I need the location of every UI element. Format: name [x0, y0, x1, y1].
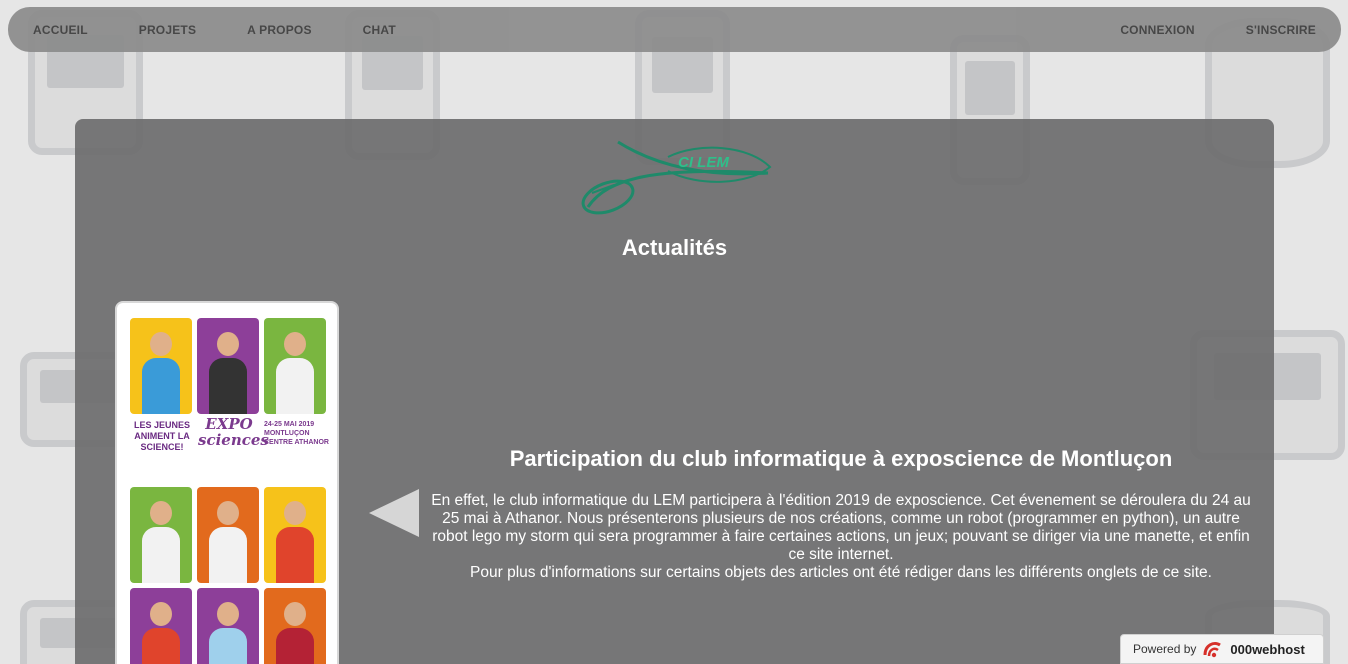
poster-photo-grid-top — [130, 318, 326, 414]
arrow-left-icon[interactable] — [369, 489, 419, 537]
svg-text:CI LEM: CI LEM — [678, 154, 729, 171]
badge-host-name: 000webhost — [1230, 641, 1305, 657]
nav-link-a-propos[interactable]: A PROPOS — [247, 23, 312, 37]
article-title: Participation du club informatique à exp… — [509, 446, 1173, 471]
article-body: En effet, le club informatique du LEM pa… — [427, 492, 1255, 582]
article-note: Pour plus d'informations sur certains ob… — [470, 564, 1212, 581]
article-paragraph: En effet, le club informatique du LEM pa… — [431, 492, 1251, 563]
nav-link-projets[interactable]: PROJETS — [139, 23, 196, 37]
poster-slogan: LES JEUNES ANIMENT LA SCIENCE! — [133, 420, 191, 452]
section-title: Actualités — [621, 235, 728, 260]
nav-link-accueil[interactable]: ACCUEIL — [33, 23, 88, 37]
nav-right-group: CONNEXION S'INSCRIRE — [1069, 23, 1316, 37]
article-poster-image: LES JEUNES ANIMENT LA SCIENCE! EXPO scie… — [115, 301, 339, 664]
poster-brand: EXPO sciences — [198, 415, 269, 449]
nav-left-group: ACCUEIL PROJETS A PROPOS CHAT — [33, 23, 447, 37]
top-navbar: ACCUEIL PROJETS A PROPOS CHAT CONNEXION … — [8, 7, 1341, 52]
badge-powered-label: Powered by — [1133, 642, 1197, 656]
nav-link-chat[interactable]: CHAT — [363, 23, 396, 37]
powered-by-badge[interactable]: Powered by 000webhost — [1120, 634, 1324, 664]
nav-link-connexion[interactable]: CONNEXION — [1120, 23, 1194, 37]
poster-dates: 24-25 MAI 2019 MONTLUÇON CENTRE ATHANOR — [264, 421, 329, 446]
club-logo: CI LEM — [581, 140, 772, 215]
poster-title-band: LES JEUNES ANIMENT LA SCIENCE! EXPO scie… — [130, 415, 329, 476]
poster-photo-grid-bottom — [130, 487, 326, 664]
nav-link-inscrire[interactable]: S'INSCRIRE — [1246, 23, 1316, 37]
webhost-logo-icon — [1203, 641, 1222, 658]
news-panel: CI LEM Actualités LES JEUNES ANIMENT LA … — [75, 119, 1274, 664]
